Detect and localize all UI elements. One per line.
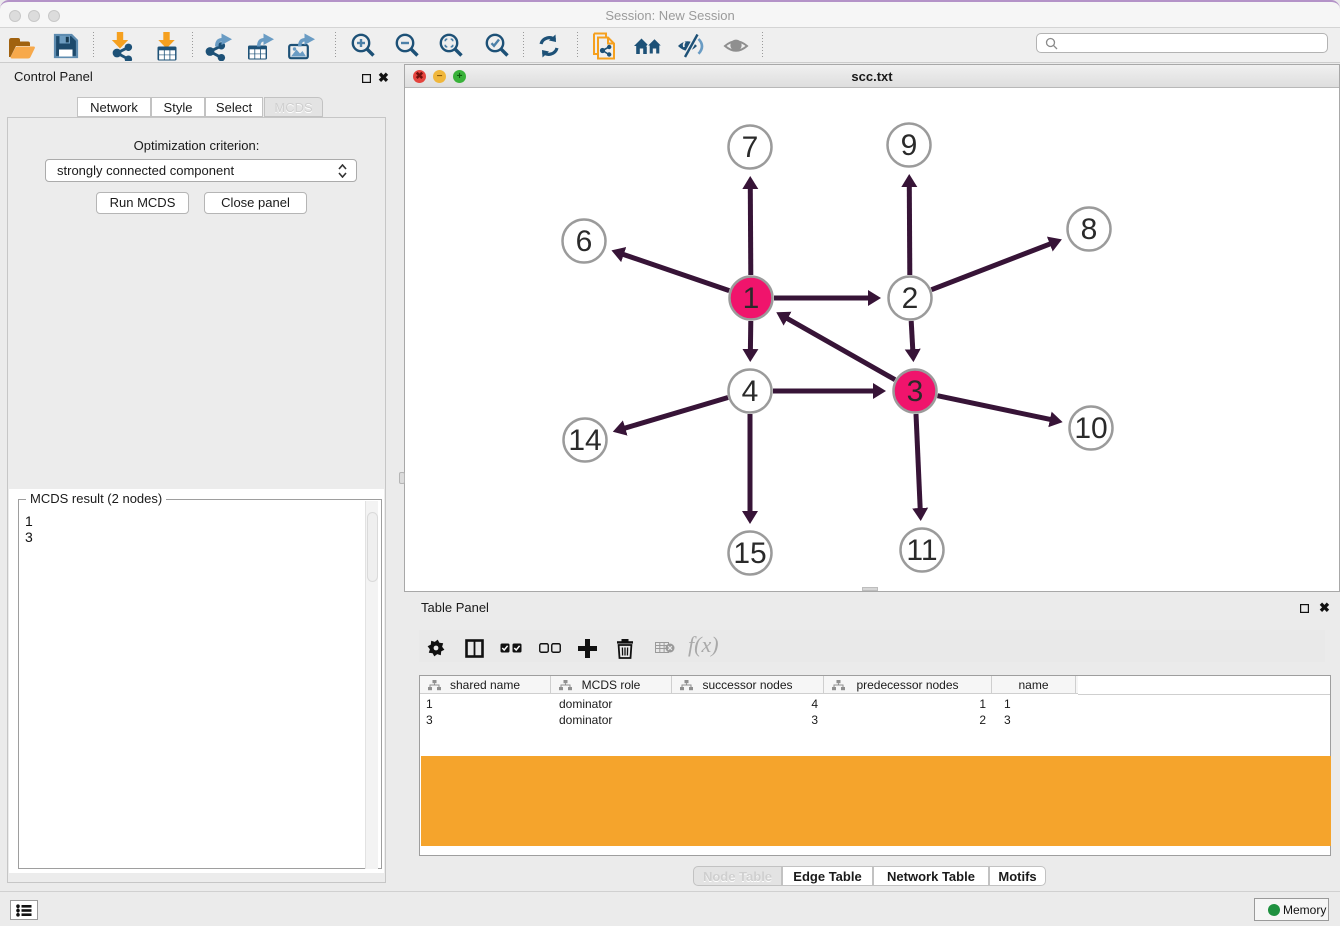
svg-text:1: 1 bbox=[743, 282, 760, 315]
svg-text:9: 9 bbox=[901, 129, 918, 162]
svg-text:14: 14 bbox=[568, 424, 601, 457]
svg-text:6: 6 bbox=[576, 225, 593, 258]
svg-text:15: 15 bbox=[733, 537, 766, 570]
svg-text:8: 8 bbox=[1081, 213, 1098, 246]
svg-text:10: 10 bbox=[1074, 412, 1107, 445]
svg-text:11: 11 bbox=[906, 534, 937, 567]
svg-text:7: 7 bbox=[742, 131, 759, 164]
svg-text:4: 4 bbox=[742, 375, 759, 408]
svg-text:3: 3 bbox=[907, 375, 924, 408]
svg-text:2: 2 bbox=[902, 282, 919, 315]
